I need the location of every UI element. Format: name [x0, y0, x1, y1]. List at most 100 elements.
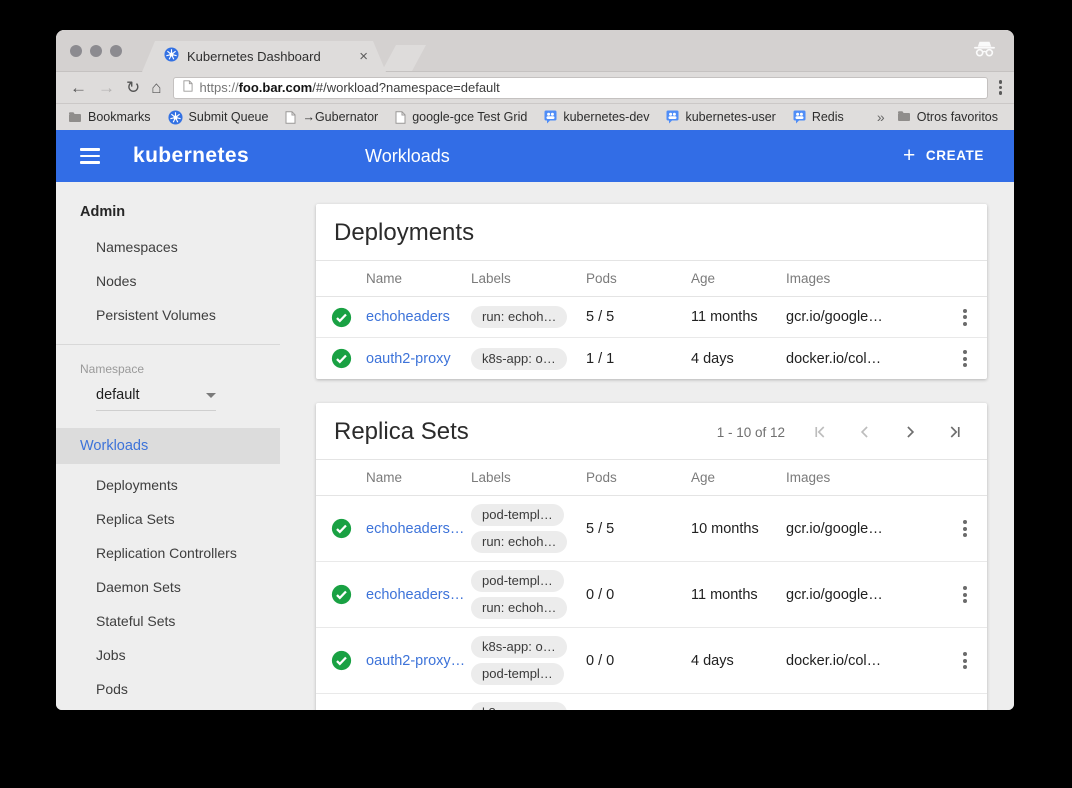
sidebar-item-namespaces[interactable]: Namespaces: [56, 230, 280, 264]
row-menu-icon[interactable]: [959, 346, 971, 371]
resource-link[interactable]: oauth2-proxy…: [366, 653, 471, 669]
sidebar-item-workloads[interactable]: Workloads: [56, 428, 280, 464]
card-title-replica-sets: Replica Sets: [334, 418, 469, 446]
window-zoom-button[interactable]: [110, 45, 122, 57]
window-close-button[interactable]: [70, 45, 82, 57]
images-cell: gcr.io/google…: [786, 309, 943, 325]
row-menu-icon[interactable]: [959, 305, 971, 330]
chevron-down-icon: [206, 393, 216, 398]
sidebar-section-admin[interactable]: Admin: [56, 188, 280, 230]
window-minimize-button[interactable]: [90, 45, 102, 57]
labels-cell: k8s-app: o… pod-templ…: [471, 628, 586, 693]
bookmark-kubernetes-user[interactable]: kubernetes-user: [666, 110, 775, 124]
tab-close-icon[interactable]: ×: [359, 49, 368, 64]
sidebar-item-daemon-sets[interactable]: Daemon Sets: [56, 570, 280, 604]
sidebar-item-deployments[interactable]: Deployments: [56, 468, 280, 502]
label-chip: pod-templ…: [471, 663, 564, 685]
bookmark-kubernetes-dev[interactable]: kubernetes-dev: [544, 110, 649, 124]
reload-icon[interactable]: ↻: [126, 79, 140, 96]
column-header-age: Age: [691, 271, 786, 286]
browser-menu-icon[interactable]: [999, 80, 1003, 95]
table-row: echoheaders…pod-templ…run: echoh…5 / 510…: [316, 496, 987, 562]
sidebar-item-stateful-sets[interactable]: Stateful Sets: [56, 604, 280, 638]
page-icon: [285, 111, 296, 124]
window-controls: [70, 45, 122, 57]
tab-title: Kubernetes Dashboard: [187, 49, 351, 64]
namespace-select[interactable]: default: [96, 387, 216, 411]
address-bar[interactable]: https://foo.bar.com/#/workload?namespace…: [173, 77, 988, 99]
create-button[interactable]: + CREATE: [897, 140, 990, 173]
row-menu-icon[interactable]: [959, 516, 971, 541]
sidebar-item-jobs[interactable]: Jobs: [56, 638, 280, 672]
url-scheme: https://: [200, 80, 239, 95]
age-cell: 11 months: [691, 309, 786, 325]
bookmark--gubernator[interactable]: →Gubernator: [285, 110, 378, 124]
images-cell: gcr.io/google…: [786, 521, 943, 537]
bookmark-submit-queue[interactable]: Submit Queue: [168, 110, 269, 125]
label-chip: run: echoh…: [471, 597, 567, 619]
label-chip: k8s-app: o…: [471, 702, 567, 710]
table-row: oauth2-proxy…k8s-app: o…pod-templ…0 / 04…: [316, 628, 987, 694]
status-ok-icon: [316, 307, 366, 328]
resource-link[interactable]: echoheaders…: [366, 521, 471, 537]
status-ok-icon: [316, 348, 366, 369]
age-cell: 4 days: [691, 653, 786, 669]
sidebar-item-persistent-volumes[interactable]: Persistent Volumes: [56, 298, 280, 332]
pods-cell: 5 / 5: [586, 521, 691, 537]
namespace-value: default: [96, 387, 140, 403]
label-chip: k8s-app: o…: [471, 636, 567, 658]
sidebar-item-replica-sets[interactable]: Replica Sets: [56, 502, 280, 536]
column-header-labels: Labels: [471, 271, 586, 286]
bookmarks-overflow-icon[interactable]: »: [873, 109, 889, 125]
first-page-icon[interactable]: [810, 422, 830, 442]
sidebar-item-pods[interactable]: Pods: [56, 672, 280, 706]
pagination: 1 - 10 of 12: [717, 422, 967, 442]
back-icon[interactable]: ←: [70, 79, 87, 96]
card-title-deployments: Deployments: [334, 219, 474, 247]
app-body: Admin NamespacesNodesPersistent Volumes …: [56, 182, 1014, 710]
row-menu-icon[interactable]: [959, 582, 971, 607]
age-cell: 4 days: [691, 351, 786, 367]
images-cell: gcr.io/google…: [786, 587, 943, 603]
sidebar-item-nodes[interactable]: Nodes: [56, 264, 280, 298]
bookmark-redis[interactable]: Redis: [793, 110, 844, 124]
kubernetes-favicon-icon: [164, 47, 179, 67]
new-tab-button[interactable]: [382, 45, 426, 71]
namespace-label: Namespace: [56, 345, 280, 376]
status-ok-icon: [316, 650, 366, 671]
column-header-labels: Labels: [471, 470, 586, 485]
page-title: Workloads: [365, 146, 450, 167]
pods-cell: 1 / 1: [586, 351, 691, 367]
column-header-name: Name: [366, 271, 471, 286]
resource-link[interactable]: echoheaders: [366, 309, 471, 325]
folder-icon: [897, 110, 911, 125]
browser-tab[interactable]: Kubernetes Dashboard ×: [142, 41, 386, 72]
column-header-pods: Pods: [586, 470, 691, 485]
next-page-icon[interactable]: [900, 422, 920, 442]
group-icon: [793, 110, 806, 124]
bookmark-folder-otros-favoritos[interactable]: Otros favoritos: [897, 110, 998, 125]
bookmark-bookmarks[interactable]: Bookmarks: [68, 110, 151, 124]
home-icon[interactable]: ⌂: [151, 79, 161, 96]
bookmark-google-gce-test-grid[interactable]: google-gce Test Grid: [395, 110, 527, 124]
page-icon: [395, 111, 406, 124]
table-row: echoheaders…pod-templ…run: echoh…0 / 011…: [316, 562, 987, 628]
column-header-age: Age: [691, 470, 786, 485]
images-cell: docker.io/col…: [786, 351, 943, 367]
hamburger-menu-icon[interactable]: [80, 148, 100, 164]
forward-icon[interactable]: →: [98, 79, 115, 96]
row-menu-icon[interactable]: [959, 648, 971, 673]
group-icon: [666, 110, 679, 124]
resource-link[interactable]: echoheaders…: [366, 587, 471, 603]
pagination-range: 1 - 10 of 12: [717, 425, 785, 440]
sidebar-item-replication-controllers[interactable]: Replication Controllers: [56, 536, 280, 570]
previous-page-icon[interactable]: [855, 422, 875, 442]
plus-icon: +: [903, 148, 916, 165]
deployments-card: Deployments NameLabelsPodsAgeImages echo…: [316, 204, 987, 379]
resource-link[interactable]: oauth2-proxy: [366, 351, 471, 367]
last-page-icon[interactable]: [945, 422, 965, 442]
kubernetes-icon: [168, 110, 183, 125]
browser-window: Kubernetes Dashboard × ← → ↻ ⌂: [56, 30, 1014, 710]
browser-toolbar: ← → ↻ ⌂ https://foo.bar.com/#/workload?n…: [56, 72, 1014, 103]
sidebar: Admin NamespacesNodesPersistent Volumes …: [56, 182, 280, 710]
